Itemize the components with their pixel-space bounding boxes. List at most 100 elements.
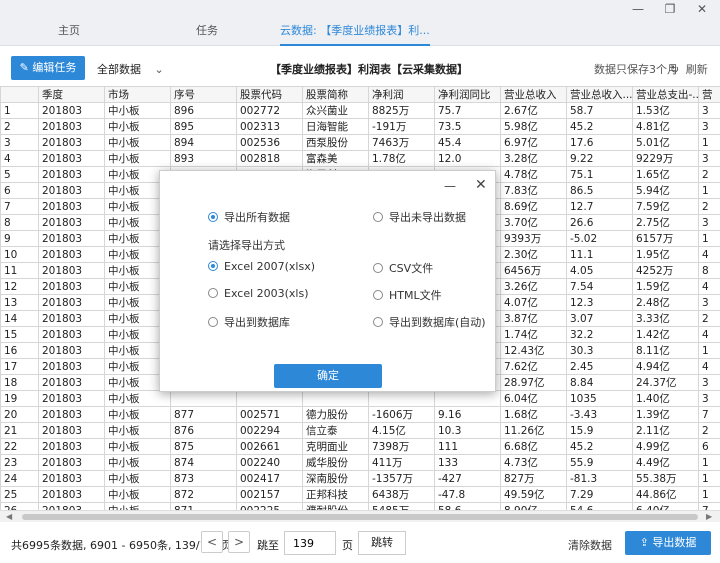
table-cell: 3.70亿 xyxy=(500,214,567,231)
table-row[interactable]: 23 201803 中小板 874 002240 威华股份 411万 133 4.73亿 55.9… xyxy=(0,454,720,471)
column-header[interactable]: 季度 xyxy=(38,86,105,103)
radio-format-database[interactable]: 导出到数据库 xyxy=(208,314,290,330)
radio-format-database-auto[interactable]: 导出到数据库(自动) xyxy=(373,314,486,330)
table-row[interactable]: 24 201803 中小板 873 002417 深南股份 -1357万 -427 827万 -8… xyxy=(0,470,720,487)
tab-cloud-data[interactable]: 云数据: 【季度业绩报表】利... xyxy=(280,0,430,46)
radio-format-xls[interactable]: Excel 2003(xls) xyxy=(208,287,309,300)
table-row[interactable]: 2 201803 中小板 895 002313 日海智能 -191万 73.5 5.98亿 45.… xyxy=(0,118,720,135)
row-index-cell: 19 xyxy=(0,390,39,407)
table-row[interactable]: 3 201803 中小板 894 002536 西泵股份 7463万 45.4 6.97亿 17.… xyxy=(0,134,720,151)
row-index-cell: 13 xyxy=(0,294,39,311)
table-cell: 2.11亿 xyxy=(632,422,699,439)
column-header[interactable]: 营 xyxy=(698,86,720,103)
dialog-close-icon[interactable]: ✕ xyxy=(475,177,487,193)
radio-format-html[interactable]: HTML文件 xyxy=(373,287,442,303)
radio-export-all[interactable]: 导出所有数据 xyxy=(208,209,290,225)
table-cell: 6.68亿 xyxy=(500,438,567,455)
minimize-icon[interactable]: — xyxy=(624,0,652,20)
table-cell: 002772 xyxy=(236,102,303,119)
table-cell: 86.5 xyxy=(566,182,633,199)
column-header[interactable] xyxy=(0,86,39,103)
column-header[interactable]: 股票简称 xyxy=(302,86,369,103)
table-row[interactable]: 19 201803 中小板 6.04亿 1035 1.40亿 3 xyxy=(0,390,720,407)
footer-bar: 共6995条数据, 6901 - 6950条, 139/140页 < > 跳至 … xyxy=(0,522,720,563)
table-cell: -3.43 xyxy=(566,406,633,423)
clear-data-button[interactable]: 清除数据 xyxy=(568,537,612,553)
table-row[interactable]: 21 201803 中小板 876 002294 信立泰 4.15亿 10.3 11.26亿 15… xyxy=(0,422,720,439)
refresh-label: 刷新 xyxy=(685,63,708,76)
table-cell: 2 xyxy=(698,422,720,439)
jump-button[interactable]: 跳转 xyxy=(358,531,406,555)
prev-page-button[interactable]: < xyxy=(201,531,223,553)
column-header[interactable]: 营业总收入... xyxy=(566,86,633,103)
column-header[interactable]: 市场 xyxy=(104,86,171,103)
row-index-cell: 21 xyxy=(0,422,39,439)
table-cell: 中小板 xyxy=(104,454,171,471)
tab-tasks[interactable]: 任务 xyxy=(196,0,218,46)
column-header[interactable]: 序号 xyxy=(170,86,237,103)
table-row[interactable]: 4 201803 中小板 893 002818 富森美 1.78亿 12.0 3.28亿 9.22… xyxy=(0,150,720,167)
table-cell: 49.59亿 xyxy=(500,486,567,503)
table-row[interactable]: 20 201803 中小板 877 002571 德力股份 -1606万 9.16 1.68亿 -… xyxy=(0,406,720,423)
close-icon[interactable]: ✕ xyxy=(688,0,716,20)
edit-task-button[interactable]: ✎ 编辑任务 xyxy=(11,56,85,80)
column-header[interactable]: 营业总收入 xyxy=(500,86,567,103)
restore-icon[interactable]: ❐ xyxy=(656,0,684,20)
table-cell: 8.84 xyxy=(566,374,633,391)
horizontal-scrollbar[interactable]: ◀ ▶ xyxy=(0,510,720,522)
table-cell: 12.0 xyxy=(434,150,501,167)
table-cell: 2.75亿 xyxy=(632,214,699,231)
pencil-icon: ✎ xyxy=(19,61,29,74)
table-cell: 28.97亿 xyxy=(500,374,567,391)
table-cell: 9393万 xyxy=(500,230,567,247)
export-data-button[interactable]: ⇪ 导出数据 xyxy=(625,531,711,555)
table-cell: 201803 xyxy=(38,134,105,151)
table-row[interactable]: 25 201803 中小板 872 002157 正邦科技 6438万 -47.8 49.59亿… xyxy=(0,486,720,503)
radio-format-xlsx[interactable]: Excel 2007(xlsx) xyxy=(208,260,315,273)
table-cell: 2.45 xyxy=(566,358,633,375)
row-index-cell: 5 xyxy=(0,166,39,183)
radio-format-csv[interactable]: CSV文件 xyxy=(373,260,433,276)
table-cell: 4 xyxy=(698,358,720,375)
table-cell: 日海智能 xyxy=(302,118,369,135)
confirm-button[interactable]: 确定 xyxy=(274,364,382,388)
table-cell: 3 xyxy=(698,390,720,407)
row-index-cell: 1 xyxy=(0,102,39,119)
table-cell: 002294 xyxy=(236,422,303,439)
data-scope-value: 全部数据 xyxy=(97,63,141,76)
column-header[interactable]: 净利润同比 xyxy=(434,86,501,103)
table-cell: 西泵股份 xyxy=(302,134,369,151)
column-header[interactable]: 股票代码 xyxy=(236,86,303,103)
table-header: 季度 市场 序号 股票代码 股票简称 净利润 净利润同比 营业总收入 营业总收入... 营业总支出… xyxy=(0,86,720,103)
tab-home[interactable]: 主页 xyxy=(58,0,80,46)
table-cell: 8.69亿 xyxy=(500,198,567,215)
table-cell: 1 xyxy=(698,182,720,199)
page-number-input[interactable] xyxy=(284,531,336,555)
table-row[interactable]: 1 201803 中小板 896 002772 众兴菌业 8825万 75.7 2.67亿 58.… xyxy=(0,102,720,119)
table-cell: 7 xyxy=(698,502,720,510)
table-cell: 1 xyxy=(698,230,720,247)
table-cell: 002157 xyxy=(236,486,303,503)
table-cell: 111 xyxy=(434,438,501,455)
table-cell: 17.6 xyxy=(566,134,633,151)
column-header[interactable]: 营业总支出-... xyxy=(632,86,699,103)
row-index-cell: 26 xyxy=(0,502,39,510)
scrollbar-thumb[interactable] xyxy=(22,514,698,520)
table-cell: 中小板 xyxy=(104,150,171,167)
next-page-button[interactable]: > xyxy=(228,531,250,553)
refresh-button[interactable]: ↻ 刷新 xyxy=(670,61,708,77)
table-row[interactable]: 22 201803 中小板 875 002661 克明面业 7398万 111 6.68亿 45.… xyxy=(0,438,720,455)
table-cell: 201803 xyxy=(38,454,105,471)
table-cell: 5485万 xyxy=(368,502,435,510)
table-cell: 中小板 xyxy=(104,134,171,151)
table-cell: 7.62亿 xyxy=(500,358,567,375)
table-row[interactable]: 26201803中小板871002225濮耐股份5485万58.68.90亿54… xyxy=(0,502,720,510)
table-cell: 201803 xyxy=(38,150,105,167)
radio-export-unexported[interactable]: 导出未导出数据 xyxy=(373,209,466,225)
table-cell: 002313 xyxy=(236,118,303,135)
dialog-minimize-icon[interactable]: — xyxy=(444,179,456,193)
column-header[interactable]: 净利润 xyxy=(368,86,435,103)
table-cell: 002225 xyxy=(236,502,303,510)
table-cell: 201803 xyxy=(38,294,105,311)
data-scope-select[interactable]: 全部数据 ⌄ xyxy=(97,61,164,77)
